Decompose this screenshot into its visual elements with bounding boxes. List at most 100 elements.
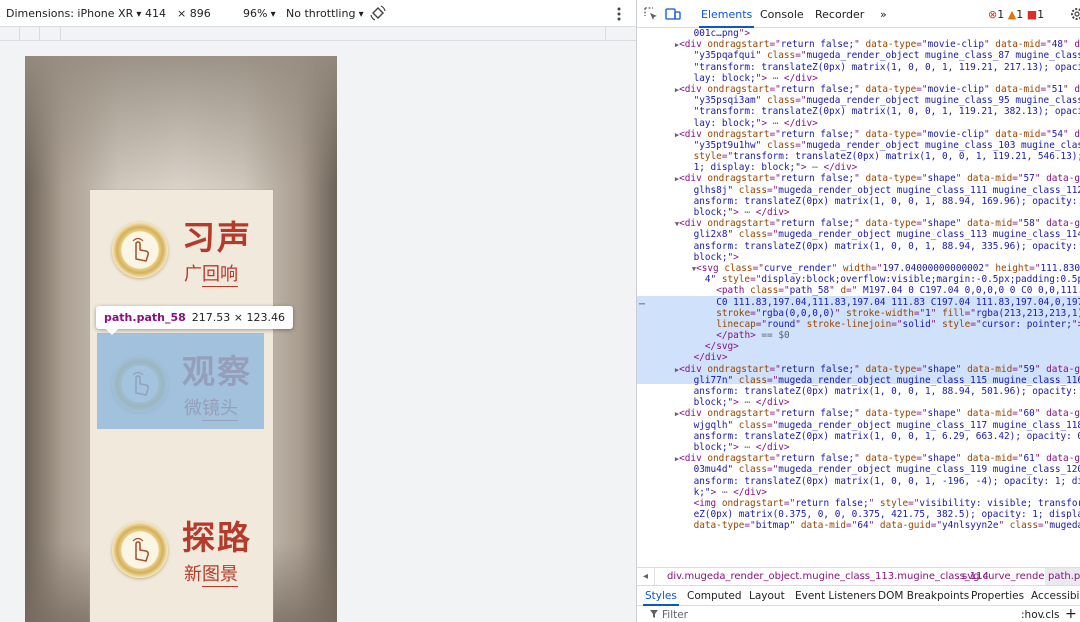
height-input[interactable]: × 896 [177,7,211,20]
code-token: shape [927,408,956,420]
code-token: C0 111.83,197.04,111.83,197.04 111.83 C1… [716,296,1080,308]
code-token: =" [970,318,982,330]
throttling-select[interactable]: No throttling [286,7,364,20]
tab-recorder[interactable]: Recorder [815,8,864,21]
dom-node-line[interactable]: gli77n" class="mugeda_render_object mugi… [637,375,1080,386]
dom-node-line[interactable]: ansform: translateZ(0px) matrix(1, 0, 0,… [637,431,1080,442]
dom-node-line[interactable]: block;"> ⋯ </div> [637,442,1080,453]
menu-item-xisheng[interactable]: 习声 广回响 [90,190,273,287]
code-token: ansform: translateZ(0px) matrix(1, 0, 0,… [693,240,1080,252]
more-options-icon[interactable] [612,6,626,22]
dom-node-line[interactable]: glhs8j" class="mugeda_render_object mugi… [637,185,1080,196]
dom-node-line[interactable]: lay: block;"> ⋯ </div> [637,118,1080,129]
dom-node-line[interactable]: block;"> ⋯ </div> [637,207,1080,218]
menu-item-tanlu[interactable]: 探路 新图景 [90,490,273,587]
device-toggle-icon[interactable] [665,6,681,22]
dom-node-line[interactable]: ▼<svg class="curve_render" width="197.04… [637,263,1080,274]
tap-hand-icon[interactable] [112,522,168,578]
dom-node-line[interactable]: C0 111.83,197.04,111.83,197.04 111.83 C1… [637,297,1080,308]
tab-styles[interactable]: Styles [643,590,679,606]
tab-console[interactable]: Console [760,8,804,21]
media-query-bar[interactable] [0,27,636,41]
dom-node-line[interactable]: lay: block;"> ⋯ </div> [637,73,1080,84]
code-token: 48 [1051,39,1064,51]
settings-gear-icon[interactable] [1069,6,1080,22]
issues-counter[interactable]: ⊗1 ▲1 ■1 [988,8,1044,21]
dom-node-line[interactable]: 03mu4d" class="mugeda_render_object mugi… [637,464,1080,475]
dom-node-line[interactable]: "y35pt9u1hw" class="mugeda_render_object… [637,140,1080,151]
code-token: mugeda_render_object mugine_class_115 mu… [778,374,1080,386]
code-token: <div [679,173,708,185]
code-token: =" [795,139,807,151]
tab-properties[interactable]: Properties [971,590,1024,602]
dom-node-line[interactable]: eZ(0px) matrix(0.375, 0, 0, 0.375, 421.7… [637,509,1080,520]
dom-node-line[interactable]: 001c…png"> [637,28,1080,39]
dom-node-line[interactable]: block;"> ⋯ </div> [637,397,1080,408]
tab-dom-breakpoints[interactable]: DOM Breakpoints [878,590,969,602]
tab-layout[interactable]: Layout [749,590,785,602]
code-token: shape [927,218,956,230]
filter-input[interactable]: Filter [662,609,688,621]
breadcrumb-scroll-left-icon[interactable]: ◂ [637,568,655,585]
dom-node-line[interactable]: ▶<div ondragstart="return false;" data-t… [637,129,1080,140]
dom-node-line[interactable]: "transform: translateZ(0px) matrix(1, 0,… [637,62,1080,73]
dom-node-line[interactable]: ▶<div ondragstart="return false;" data-t… [637,364,1080,375]
more-tabs-button[interactable]: » [880,8,887,21]
dom-node-line[interactable]: gli2x8" class="mugeda_render_object mugi… [637,229,1080,240]
zoom-select[interactable]: 96% [243,7,276,20]
class-toggle[interactable]: .cls [1042,609,1060,621]
new-rule-button[interactable]: + [1065,606,1077,622]
dom-node-line[interactable]: stroke="rgba(0,0,0,0)" stroke-width="1" … [637,308,1080,319]
code-token: =" [752,262,764,274]
tab-accessibility[interactable]: Accessibili [1031,590,1080,602]
tab-computed[interactable]: Computed [687,590,742,602]
code-token: " [955,363,968,375]
code-token: </div> [783,72,818,84]
dom-node-line[interactable]: 4" style="display:block;overflow:visible… [637,274,1080,285]
dom-node-line[interactable]: linecap="round" stroke-linejoin="solid" … [637,319,1080,330]
code-token: <div [679,128,708,140]
dom-node-line[interactable]: ansform: translateZ(0px) matrix(1, 0, 0,… [637,386,1080,397]
dom-node-line[interactable]: <img ondragstart="return false;" style="… [637,498,1080,509]
dom-node-line[interactable]: data-type="bitmap" data-mid="64" data-gu… [637,520,1080,531]
dom-node-line[interactable]: ansform: translateZ(0px) matrix(1, 0, 0,… [637,196,1080,207]
device-select[interactable]: Dimensions: iPhone XR [6,7,141,20]
dom-node-line[interactable]: k;"> ⋯ </div> [637,487,1080,498]
dom-node-line[interactable]: <path class="path_58" d=" M197.04 0 C197… [637,285,1080,296]
dom-node-line[interactable]: ▶<div ondragstart="return false;" data-t… [637,84,1080,95]
menu-subtitle: 广回响 [184,264,238,287]
dom-node-line[interactable]: 1; display: block;"> ⋯ </div> [637,162,1080,173]
dom-node-line[interactable]: "y35psqi3am" class="mugeda_render_object… [637,95,1080,106]
tab-elements[interactable]: Elements [698,8,755,28]
dom-node-line[interactable]: ▶<div ondragstart="return false;" data-t… [637,39,1080,50]
width-input[interactable]: 414 [145,7,166,20]
hover-state-toggle[interactable]: :hov [1021,609,1044,621]
dom-node-line[interactable]: block;"> [637,252,1080,263]
dom-node-line[interactable]: "y35pqafqui" class="mugeda_render_object… [637,50,1080,61]
code-token: " [834,307,847,319]
code-token: =" [1040,128,1052,140]
code-token: <div [679,363,708,375]
dom-node-line[interactable]: style="transform: translateZ(0px) matrix… [637,151,1080,162]
tap-hand-icon[interactable] [112,222,168,278]
dom-node-line[interactable]: ▼<div ondragstart="return false;" data-t… [637,218,1080,229]
dom-node-line[interactable]: ansform: translateZ(0px) matrix(1, 0, 0,… [637,241,1080,252]
dom-node-line[interactable]: </path> == $0 [637,330,1080,341]
dom-node-line[interactable]: ansform: translateZ(0px) matrix(1, 0, 0,… [637,476,1080,487]
rotate-icon[interactable] [369,4,387,22]
elements-tree[interactable]: ⋯ 001c…png"> ▶<div ondragstart="return fa… [637,28,1080,567]
dom-node-line[interactable]: </div> [637,352,1080,363]
inspect-element-icon[interactable] [643,6,659,22]
code-token: return false; [780,363,855,375]
code-token: ⋯ [738,441,756,453]
dom-node-line[interactable]: "transform: translateZ(0px) matrix(1, 0,… [637,106,1080,117]
dom-node-line[interactable]: </svg> [637,341,1080,352]
dom-node-line[interactable]: wjgqlh" class="mugeda_render_object mugi… [637,420,1080,431]
dom-node-line[interactable]: ▶<div ondragstart="return false;" data-t… [637,453,1080,464]
breadcrumb-item[interactable]: path.pa [1045,568,1080,585]
tab-event-listeners[interactable]: Event Listeners [795,590,876,602]
breadcrumb-item[interactable]: svg.curve_render [962,568,1049,585]
breadcrumb-item[interactable]: div.mugeda_render_object.mugine_class_11… [667,568,989,585]
dom-node-line[interactable]: ▶<div ondragstart="return false;" data-t… [637,173,1080,184]
dom-node-line[interactable]: ▶<div ondragstart="return false;" data-t… [637,408,1080,419]
